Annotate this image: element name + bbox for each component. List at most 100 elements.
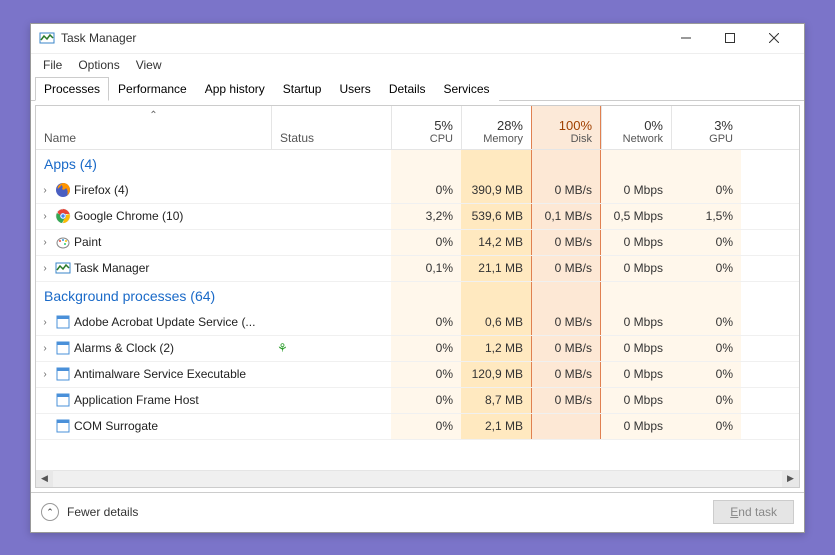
tabbar: Processes Performance App history Startu… [31, 76, 804, 101]
disk-cell: 0 MB/s [531, 336, 601, 361]
tab-processes[interactable]: Processes [35, 77, 109, 101]
cpu-cell: 0% [391, 336, 461, 361]
gpu-cell: 1,5% [671, 204, 741, 229]
footer: ⌃ Fewer details End task [31, 492, 804, 532]
chevron-up-icon: ⌃ [41, 503, 59, 521]
col-header-memory[interactable]: 28% Memory [461, 106, 531, 149]
column-headers: ⌃ Name Status 5% CPU 28% Memory 100% Dis… [36, 106, 799, 150]
group-header[interactable]: Background processes (64) [36, 282, 799, 310]
scroll-right-icon[interactable]: ▶ [782, 470, 799, 487]
process-name: Google Chrome (10) [72, 209, 271, 223]
process-icon [54, 366, 72, 382]
gpu-cell: 0% [671, 256, 741, 281]
network-cell: 0 Mbps [601, 362, 671, 387]
expand-icon[interactable]: › [36, 237, 54, 248]
fewer-details-button[interactable]: ⌃ Fewer details [41, 503, 138, 521]
process-row[interactable]: COM Surrogate0%2,1 MB0 Mbps0% [36, 414, 799, 440]
menubar: File Options View [31, 54, 804, 76]
disk-cell: 0 MB/s [531, 256, 601, 281]
process-name: COM Surrogate [72, 419, 271, 433]
process-name: Application Frame Host [72, 393, 271, 407]
memory-cell: 390,9 MB [461, 178, 531, 203]
process-icon [54, 314, 72, 330]
tab-app-history[interactable]: App history [196, 77, 274, 101]
col-header-name[interactable]: ⌃ Name [36, 106, 271, 149]
memory-usage-pct: 28% [497, 118, 523, 133]
end-task-button[interactable]: End task [713, 500, 794, 524]
expand-icon[interactable]: › [36, 263, 54, 274]
cpu-cell: 0% [391, 230, 461, 255]
expand-icon[interactable]: › [36, 211, 54, 222]
network-cell: 0 Mbps [601, 414, 671, 439]
gpu-cell: 0% [671, 310, 741, 335]
network-usage-pct: 0% [644, 118, 663, 133]
network-cell: 0 Mbps [601, 256, 671, 281]
horizontal-scrollbar[interactable]: ◀ ▶ [36, 470, 799, 487]
process-icon [54, 418, 72, 434]
process-status: ⚘ [271, 341, 391, 355]
process-row[interactable]: ›Task Manager0,1%21,1 MB0 MB/s0 Mbps0% [36, 256, 799, 282]
process-row[interactable]: Application Frame Host0%8,7 MB0 MB/s0 Mb… [36, 388, 799, 414]
expand-icon[interactable]: › [36, 343, 54, 354]
cpu-cell: 0% [391, 414, 461, 439]
memory-cell: 2,1 MB [461, 414, 531, 439]
close-button[interactable] [752, 24, 796, 52]
gpu-cell: 0% [671, 362, 741, 387]
suspended-leaf-icon: ⚘ [277, 341, 288, 355]
cpu-cell: 0% [391, 310, 461, 335]
cpu-cell: 0,1% [391, 256, 461, 281]
col-header-status[interactable]: Status [271, 106, 391, 149]
tab-users[interactable]: Users [330, 77, 379, 101]
task-manager-window: Task Manager File Options View Processes… [30, 23, 805, 533]
taskmgr-icon [39, 30, 55, 46]
memory-cell: 1,2 MB [461, 336, 531, 361]
gpu-usage-pct: 3% [714, 118, 733, 133]
process-row[interactable]: ›Adobe Acrobat Update Service (...0%0,6 … [36, 310, 799, 336]
process-icon [54, 260, 72, 276]
disk-cell: 0 MB/s [531, 178, 601, 203]
process-row[interactable]: ›Alarms & Clock (2)⚘0%1,2 MB0 MB/s0 Mbps… [36, 336, 799, 362]
col-header-status-label: Status [280, 131, 314, 145]
tab-startup[interactable]: Startup [274, 77, 331, 101]
menu-view[interactable]: View [128, 56, 170, 74]
expand-icon[interactable]: › [36, 369, 54, 380]
process-row[interactable]: ›Paint0%14,2 MB0 MB/s0 Mbps0% [36, 230, 799, 256]
tab-details[interactable]: Details [380, 77, 435, 101]
gpu-cell: 0% [671, 388, 741, 413]
cpu-usage-pct: 5% [434, 118, 453, 133]
process-icon [54, 234, 72, 250]
process-row[interactable]: ›Google Chrome (10)3,2%539,6 MB0,1 MB/s0… [36, 204, 799, 230]
col-header-gpu[interactable]: 3% GPU [671, 106, 741, 149]
process-row[interactable]: ›Firefox (4)0%390,9 MB0 MB/s0 Mbps0% [36, 178, 799, 204]
memory-cell: 539,6 MB [461, 204, 531, 229]
tab-performance[interactable]: Performance [109, 77, 196, 101]
group-header[interactable]: Apps (4) [36, 150, 799, 178]
memory-cell: 14,2 MB [461, 230, 531, 255]
minimize-button[interactable] [664, 24, 708, 52]
gpu-cell: 0% [671, 230, 741, 255]
cpu-cell: 0% [391, 362, 461, 387]
tab-services[interactable]: Services [435, 77, 499, 101]
expand-icon[interactable]: › [36, 317, 54, 328]
network-cell: 0 Mbps [601, 310, 671, 335]
process-row[interactable]: ›Antimalware Service Executable0%120,9 M… [36, 362, 799, 388]
memory-label: Memory [483, 133, 523, 145]
process-name: Antimalware Service Executable [72, 367, 271, 381]
disk-usage-pct: 100% [559, 118, 592, 133]
process-name: Paint [72, 235, 271, 249]
scroll-left-icon[interactable]: ◀ [36, 470, 53, 487]
menu-options[interactable]: Options [70, 56, 127, 74]
menu-file[interactable]: File [35, 56, 70, 74]
process-name: Firefox (4) [72, 183, 271, 197]
maximize-button[interactable] [708, 24, 752, 52]
col-header-disk[interactable]: 100% Disk [531, 106, 601, 149]
expand-icon[interactable]: › [36, 185, 54, 196]
col-header-cpu[interactable]: 5% CPU [391, 106, 461, 149]
process-icon [54, 340, 72, 356]
cpu-label: CPU [430, 133, 453, 145]
gpu-cell: 0% [671, 336, 741, 361]
col-header-network[interactable]: 0% Network [601, 106, 671, 149]
memory-cell: 8,7 MB [461, 388, 531, 413]
disk-cell: 0 MB/s [531, 310, 601, 335]
grid-body[interactable]: Apps (4)›Firefox (4)0%390,9 MB0 MB/s0 Mb… [36, 150, 799, 470]
